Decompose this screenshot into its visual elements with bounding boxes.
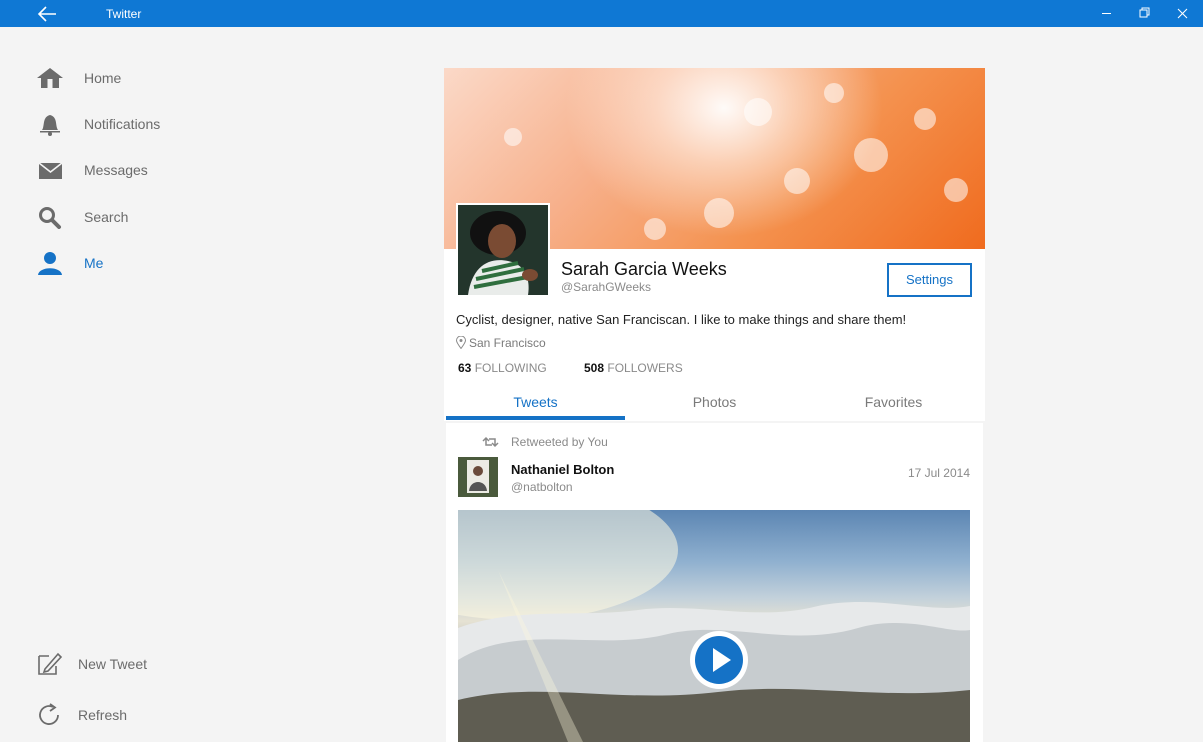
nav-label-me: Me [84,255,104,271]
banner-bokeh [824,83,844,103]
play-icon[interactable] [689,630,749,690]
profile-avatar[interactable] [456,203,550,297]
banner-bokeh [784,168,810,194]
tweet-author-avatar[interactable] [458,457,498,497]
nav-item-search[interactable]: Search [36,202,206,232]
nav-label-search: Search [84,209,129,225]
tweet-card[interactable]: Retweeted by You Nathaniel Bolton @natbo… [446,423,983,742]
compose-icon [38,652,63,675]
followers-stat[interactable]: 508 FOLLOWERS [584,361,683,375]
nav-label-home: Home [84,70,122,86]
media-scene [458,510,970,742]
back-arrow-icon[interactable] [36,4,58,24]
banner-bokeh [854,138,888,172]
refresh-icon [39,703,59,725]
new-tweet-label: New Tweet [78,656,147,672]
retweet-icon [482,436,499,448]
nav-item-messages[interactable]: Messages [36,155,206,185]
banner-bokeh [744,98,772,126]
bell-icon [40,115,60,136]
person-icon [38,252,62,275]
tweet-author-handle: @natbolton [511,480,573,494]
restore-icon [1139,7,1150,18]
tab-favorites[interactable]: Favorites [804,386,983,420]
profile-location: San Francisco [456,336,546,350]
refresh-label: Refresh [78,707,128,723]
title-bar: Twitter [0,0,1203,27]
profile-handle: @SarahGWeeks [561,280,651,294]
banner-bokeh [504,128,522,146]
location-pin-icon [456,336,466,349]
nav-label-notifications: Notifications [84,116,161,132]
banner-bokeh [644,218,666,240]
tweet-author-name[interactable]: Nathaniel Bolton [511,462,614,477]
nav-label-messages: Messages [84,162,148,178]
following-stat[interactable]: 63 FOLLOWING [458,361,547,375]
tab-tweets[interactable]: Tweets [446,386,625,420]
nav-item-notifications[interactable]: Notifications [36,109,206,139]
profile-name: Sarah Garcia Weeks [561,259,727,279]
followers-count: 508 [584,361,605,375]
close-icon [1177,8,1188,19]
following-count: 63 [458,361,472,375]
profile-card: Sarah Garcia Weeks @SarahGWeeks Settings… [444,68,985,421]
profile-tabs: Tweets Photos Favorites [446,386,983,420]
close-button[interactable] [1163,0,1201,27]
followers-label: FOLLOWERS [607,361,683,375]
minimize-button[interactable] [1087,0,1125,27]
retweet-label: Retweeted by You [511,435,608,449]
tweet-media[interactable] [458,510,970,742]
banner-bokeh [914,108,936,130]
tab-photos[interactable]: Photos [625,386,804,420]
profile-bio: Cyclist, designer, native San Franciscan… [456,312,907,327]
nav-item-home[interactable]: Home [36,63,206,93]
home-icon [37,68,63,88]
location-text: San Francisco [469,336,546,350]
settings-button[interactable]: Settings [887,263,972,297]
window-title: Twitter [106,7,142,21]
sidebar: Home Notifications Messages Search Me Ne… [0,27,210,742]
mail-icon [38,162,63,179]
nav-item-me[interactable]: Me [36,248,206,278]
minimize-icon [1102,13,1111,14]
banner-bokeh [704,198,734,228]
new-tweet-button[interactable]: New Tweet [36,649,206,679]
following-label: FOLLOWING [474,361,547,375]
restore-button[interactable] [1125,0,1163,27]
tweet-date: 17 Jul 2014 [907,466,970,480]
profile-photo [458,205,548,295]
banner-bokeh [944,178,968,202]
search-icon [39,207,61,229]
author-photo [458,457,498,497]
refresh-button[interactable]: Refresh [36,700,206,730]
